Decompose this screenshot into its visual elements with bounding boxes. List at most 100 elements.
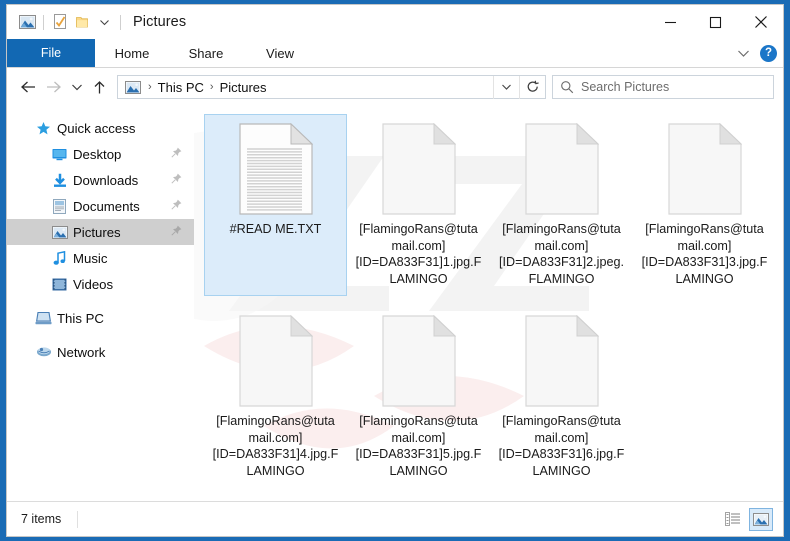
sidebar-item-documents[interactable]: Documents: [7, 193, 194, 219]
documents-icon: [49, 198, 70, 214]
file-item[interactable]: #READ ME.TXT: [204, 114, 347, 296]
file-item[interactable]: [FlamingoRans@tutamail.com][ID=DA833F31]…: [490, 306, 633, 488]
videos-icon: [49, 278, 70, 291]
pictures-folder-icon: [124, 79, 142, 95]
sidebar-item-this-pc[interactable]: This PC: [7, 305, 194, 331]
address-dropdown-icon[interactable]: [493, 75, 519, 99]
blank-file-icon: [665, 121, 745, 217]
sidebar-item-downloads[interactable]: Downloads: [7, 167, 194, 193]
file-explorer-window: Pictures File Home Share View ? › This P…: [6, 4, 784, 537]
pin-icon[interactable]: [171, 197, 182, 215]
ribbon-right-controls: ?: [733, 39, 777, 67]
file-name-label: [FlamingoRans@tutamail.com][ID=DA833F31]…: [355, 414, 482, 478]
this-pc-icon: [33, 311, 54, 325]
details-view-icon[interactable]: [721, 508, 745, 531]
blank-file-icon: [379, 313, 459, 409]
help-icon[interactable]: ?: [760, 44, 777, 62]
file-name-label: [FlamingoRans@tutamail.com][ID=DA833F31]…: [641, 222, 768, 286]
star-icon: [33, 121, 54, 136]
file-item[interactable]: [FlamingoRans@tutamail.com][ID=DA833F31]…: [204, 306, 347, 488]
file-name-label: [FlamingoRans@tutamail.com][ID=DA833F31]…: [498, 414, 625, 478]
sidebar-item-label: Videos: [73, 276, 114, 292]
pin-icon[interactable]: [171, 223, 182, 241]
breadcrumb-separator-2: ›: [209, 81, 214, 93]
navigation-pane: Quick access Desktop Downloads Documents Pic…: [7, 106, 194, 501]
sidebar-item-videos[interactable]: Videos: [7, 271, 194, 297]
item-count-label: 7 items: [21, 512, 62, 526]
tab-file[interactable]: File: [7, 39, 95, 67]
pictures-library-icon[interactable]: [16, 11, 38, 33]
sidebar-item-music[interactable]: Music: [7, 245, 194, 271]
blank-file-icon: [379, 121, 459, 217]
file-name-label: #READ ME.TXT: [229, 222, 322, 236]
search-input[interactable]: Search Pictures: [552, 75, 774, 99]
explorer-content: Quick access Desktop Downloads Documents Pic…: [7, 106, 783, 501]
address-path-box[interactable]: › This PC › Pictures: [117, 75, 546, 99]
tab-view[interactable]: View: [243, 39, 317, 67]
toolbar-divider-1: [43, 14, 44, 30]
toolbar-divider-2: [120, 14, 121, 30]
maximize-button[interactable]: [693, 5, 738, 39]
tab-home[interactable]: Home: [95, 39, 169, 67]
status-bar: 7 items: [7, 501, 783, 536]
file-item[interactable]: [FlamingoRans@tutamail.com][ID=DA833F31]…: [347, 114, 490, 296]
refresh-icon[interactable]: [519, 75, 545, 99]
address-bar: › This PC › Pictures Search Pictures: [7, 68, 783, 106]
sidebar-item-pictures[interactable]: Pictures: [7, 219, 194, 245]
properties-icon[interactable]: [49, 11, 71, 33]
back-arrow-icon[interactable]: [16, 74, 41, 100]
quick-access-toolbar: [7, 11, 126, 33]
forward-arrow-icon: [41, 74, 66, 100]
file-item[interactable]: [FlamingoRans@tutamail.com][ID=DA833F31]…: [490, 114, 633, 296]
chevron-down-icon[interactable]: [733, 43, 753, 63]
window-title: Pictures: [133, 14, 187, 30]
file-item[interactable]: [FlamingoRans@tutamail.com][ID=DA833F31]…: [633, 114, 776, 296]
music-icon: [49, 250, 70, 266]
sidebar-item-label: Desktop: [73, 146, 122, 162]
ribbon-tab-bar: File Home Share View ?: [7, 39, 783, 68]
sidebar-item-label: Quick access: [57, 120, 136, 136]
search-icon: [553, 80, 581, 94]
sidebar-item-label: This PC: [57, 310, 104, 326]
pin-icon[interactable]: [171, 145, 182, 163]
customize-dropdown-icon[interactable]: [93, 11, 115, 33]
large-icons-view-icon[interactable]: [749, 507, 773, 531]
sidebar-item-desktop[interactable]: Desktop: [7, 141, 194, 167]
search-placeholder: Search Pictures: [581, 80, 670, 94]
sidebar-item-quick-access[interactable]: Quick access: [7, 115, 194, 141]
text-file-icon: [236, 121, 316, 217]
sidebar-item-label: Downloads: [73, 172, 139, 188]
tab-share[interactable]: Share: [169, 39, 243, 67]
recent-locations-icon[interactable]: [66, 74, 87, 100]
blank-file-icon: [236, 313, 316, 409]
desktop-icon: [49, 148, 70, 161]
file-name-label: [FlamingoRans@tutamail.com][ID=DA833F31]…: [355, 222, 482, 286]
sidebar-item-network[interactable]: Network: [7, 339, 194, 365]
downloads-icon: [49, 173, 70, 188]
file-list-pane[interactable]: #READ ME.TXT [FlamingoRans@tutamail.com][…: [194, 106, 783, 501]
pin-icon[interactable]: [171, 171, 182, 189]
up-arrow-icon[interactable]: [87, 74, 112, 100]
file-name-label: [FlamingoRans@tutamail.com][ID=DA833F31]…: [212, 414, 339, 478]
breadcrumb-separator-1: ›: [148, 81, 152, 93]
file-name-label: [FlamingoRans@tutamail.com][ID=DA833F31]…: [499, 222, 624, 286]
sidebar-item-label: Music: [73, 250, 108, 266]
breadcrumb-pictures[interactable]: Pictures: [220, 80, 267, 95]
status-divider: [77, 510, 79, 528]
new-folder-icon[interactable]: [71, 11, 93, 33]
view-toggle-group: [721, 502, 773, 536]
file-item[interactable]: [FlamingoRans@tutamail.com][ID=DA833F31]…: [347, 306, 490, 488]
breadcrumb: › This PC › Pictures: [118, 79, 493, 95]
network-icon: [33, 345, 54, 359]
blank-file-icon: [522, 313, 602, 409]
sidebar-item-label: Documents: [73, 198, 140, 214]
close-button[interactable]: [738, 5, 783, 39]
sidebar-item-label: Pictures: [73, 224, 121, 240]
title-bar: Pictures: [7, 5, 783, 39]
blank-file-icon: [522, 121, 602, 217]
file-grid: #READ ME.TXT [FlamingoRans@tutamail.com][…: [204, 114, 783, 498]
minimize-button[interactable]: [648, 5, 693, 39]
breadcrumb-this-pc[interactable]: This PC: [158, 80, 204, 95]
